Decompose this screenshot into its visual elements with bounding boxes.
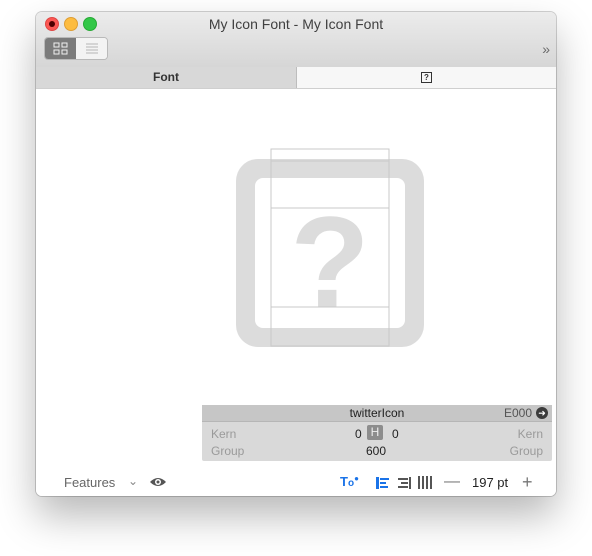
glyph-placeholder-icon: ? [421,72,432,84]
chevron-down-icon[interactable]: ⌄ [128,474,138,488]
increase-size-button[interactable]: + [522,472,533,493]
kern-right-value[interactable]: 0 [392,427,399,441]
glyph-question-mark: ? [290,189,369,335]
tab-font[interactable]: Font [36,67,297,88]
glyph-name: twitterIcon [349,406,405,420]
align-right-icon[interactable] [398,477,412,492]
grid-icon [53,42,68,55]
bottom-toolbar: Features ⌄ To● — 197 pt + [36,471,556,496]
app-window: My Icon Font - My Icon Font » Font ? ? t… [36,12,556,496]
group-left-label: Group [211,444,245,458]
group-right-label: Group [509,444,543,458]
kern-right-label: Kern [517,427,543,441]
glyph-width-value[interactable]: 600 [366,444,386,458]
tab-bar: Font ? [36,67,556,89]
glyph-info-header: twitterIcon E000 ➜ [202,405,552,422]
window-title: My Icon Font - My Icon Font [208,16,384,32]
align-left-icon[interactable] [376,477,390,492]
glyph-unicode: E000 [503,406,532,420]
list-view-button[interactable] [76,38,107,59]
go-to-glyph-icon[interactable]: ➜ [536,407,548,419]
features-popup[interactable]: Features [64,475,115,490]
decrease-size-button[interactable]: — [444,473,460,491]
glyph-info-panel: twitterIcon E000 ➜ Kern 0 H 0 Kern Group… [202,405,552,461]
list-icon [86,43,98,54]
toolbar-overflow-icon[interactable]: » [542,41,550,57]
kern-left-value[interactable]: 0 [355,427,362,441]
view-mode-toggle [44,37,108,60]
kern-left-label: Kern [211,427,237,441]
titlebar: My Icon Font - My Icon Font » [36,12,556,68]
glyph-edit-canvas[interactable]: ? twitterIcon E000 ➜ Kern 0 H 0 Kern Gro… [36,89,556,469]
tab-glyph[interactable]: ? [297,67,556,88]
text-tool-icon[interactable]: To● [340,474,359,489]
columns-icon[interactable] [418,476,432,492]
preview-size-value[interactable]: 197 pt [472,475,508,490]
kerning-preview-icon: H [367,425,383,440]
eye-icon[interactable] [149,476,167,491]
grid-view-button[interactable] [45,38,76,59]
